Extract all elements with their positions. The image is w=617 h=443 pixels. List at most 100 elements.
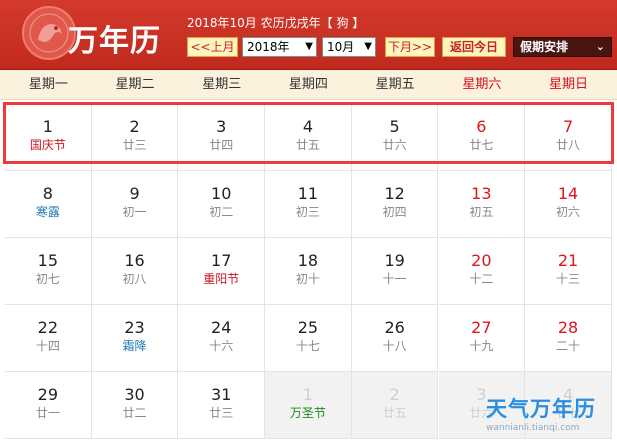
calendar-day-cell[interactable]: 25 十七 (265, 305, 352, 372)
lunar-date: 十一 (382, 272, 407, 286)
calendar-day-cell[interactable]: 16 初八 (91, 238, 179, 305)
lunar-date: 十三 (556, 272, 581, 286)
calendar-day-cell[interactable]: 30 廿二 (91, 372, 179, 439)
chevron-down-icon: ⌄ (595, 40, 605, 53)
calendar-day-cell[interactable]: 29 廿一 (5, 372, 92, 439)
calendar-day-cell[interactable]: 13 初五 (438, 171, 526, 238)
calendar-day-cell[interactable]: 19 十一 (351, 238, 439, 305)
calendar-day-cell[interactable]: 17 重阳节 (178, 238, 266, 305)
lunar-date: 廿四 (209, 138, 234, 152)
lunar-date: 初一 (122, 205, 147, 219)
app-title: 万年历 (68, 24, 161, 59)
weekday-label: 星期二 (115, 77, 155, 92)
dropdown-arrow-icon: ▼ (305, 41, 313, 52)
lunar-date: 初六 (556, 205, 581, 219)
day-number: 18 (297, 251, 319, 270)
year-select[interactable]: 2018年 ▼ (242, 37, 317, 57)
calendar-day-cell[interactable]: 2 廿三 (91, 104, 179, 171)
day-number: 1 (42, 117, 53, 136)
day-number: 30 (124, 385, 145, 404)
prev-month-label: <<上月 (190, 40, 235, 54)
lunar-date: 廿三 (209, 406, 234, 420)
lunar-date: 廿二 (122, 406, 147, 420)
calendar-day-cell[interactable]: 5 廿六 (351, 104, 439, 171)
weekday-label: 星期日 (549, 77, 589, 92)
calendar-day-cell[interactable]: 2 廿五 (351, 372, 439, 439)
lunar-date: 初三 (295, 205, 320, 219)
day-number: 26 (384, 318, 405, 337)
calendar-day-cell[interactable]: 8 寒露 (5, 171, 92, 238)
lunar-date: 十六 (209, 339, 234, 353)
year-select-value: 2018年 (247, 40, 290, 54)
prev-month-button[interactable]: <<上月 (187, 37, 238, 57)
calendar-day-cell[interactable]: 15 初七 (5, 238, 92, 305)
calendar-day-cell[interactable]: 27 十九 (438, 305, 526, 372)
day-number: 25 (297, 318, 319, 337)
calendar-day-cell[interactable]: 6 廿七 (438, 104, 526, 171)
day-number: 29 (37, 385, 59, 404)
calendar-day-cell[interactable]: 20 十二 (438, 238, 526, 305)
day-number: 2 (129, 117, 140, 136)
festival-label: 万圣节 (289, 406, 326, 420)
lunar-date: 二十 (556, 339, 581, 353)
day-number: 20 (471, 251, 492, 270)
watermark: 天气万年历 wannianli.tianqi.com (486, 396, 614, 438)
calendar-day-cell[interactable]: 3 廿四 (178, 104, 266, 171)
month-select[interactable]: 10月 ▼ (322, 37, 376, 57)
lunar-date: 廿三 (122, 138, 147, 152)
day-number: 12 (384, 184, 405, 203)
weekday-label: 星期一 (28, 77, 68, 92)
day-number: 16 (124, 251, 145, 270)
day-number: 19 (384, 251, 405, 270)
day-number: 10 (211, 184, 232, 203)
day-number: 27 (471, 318, 492, 337)
calendar-grid: 1 国庆节 2 廿三 3 廿四 4 廿五 5 廿六 6 廿七 7 廿八 8 寒露 9 初一 10 初二 11 初三 12 初四… (5, 104, 612, 439)
calendar-day-cell[interactable]: 11 初三 (265, 171, 352, 238)
calendar-day-cell[interactable]: 7 廿八 (525, 104, 612, 171)
calendar-day-cell[interactable]: 18 初十 (265, 238, 352, 305)
calendar-day-cell[interactable]: 14 初六 (525, 171, 612, 238)
weekday-label: 星期三 (202, 77, 242, 92)
next-month-button[interactable]: 下月>> (385, 37, 435, 57)
return-today-label: 返回今日 (449, 40, 498, 54)
day-number: 23 (124, 318, 145, 337)
festival-label: 寒露 (35, 205, 60, 219)
lunar-date: 初七 (35, 272, 60, 286)
calendar-day-cell[interactable]: 12 初四 (351, 171, 439, 238)
app-logo: 万年历 (20, 4, 170, 66)
lunar-date: 初十 (295, 272, 320, 286)
lunar-year-info: 2018年10月 农历戊戌年【 狗 】 (187, 16, 365, 30)
calendar-day-cell[interactable]: 24 十六 (178, 305, 266, 372)
day-number: 14 (557, 184, 579, 203)
calendar-day-cell[interactable]: 1 万圣节 (265, 372, 352, 439)
calendar-day-cell[interactable]: 26 十八 (351, 305, 439, 372)
day-number: 28 (557, 318, 579, 337)
calendar-day-cell[interactable]: 21 十三 (525, 238, 612, 305)
calendar-day-cell[interactable]: 9 初一 (91, 171, 179, 238)
lunar-date: 初二 (209, 205, 234, 219)
festival-label: 霜降 (122, 339, 147, 353)
calendar-day-cell[interactable]: 10 初二 (178, 171, 266, 238)
day-number: 24 (211, 318, 232, 337)
weekday-label: 星期四 (288, 77, 328, 92)
lunar-date: 十二 (469, 272, 494, 286)
day-number: 1 (302, 385, 314, 404)
next-month-label: 下月>> (387, 40, 433, 54)
day-number: 2 (389, 385, 400, 404)
calendar-day-cell[interactable]: 23 霜降 (91, 305, 179, 372)
lunar-date: 十八 (382, 339, 407, 353)
calendar-day-cell[interactable]: 1 国庆节 (5, 104, 92, 171)
holiday-schedule-label: 假期安排 (520, 40, 569, 54)
calendar-day-cell[interactable]: 28 二十 (525, 305, 612, 372)
lunar-date: 初四 (382, 205, 407, 219)
dropdown-arrow-icon: ▼ (364, 41, 372, 52)
calendar-day-cell[interactable]: 31 廿三 (178, 372, 266, 439)
calendar-day-cell[interactable]: 22 十四 (5, 305, 92, 372)
calendar-day-cell[interactable]: 4 廿五 (265, 104, 352, 171)
lunar-date: 廿七 (469, 138, 494, 152)
watermark-url: wannianli.tianqi.com (486, 423, 580, 433)
holiday-schedule-dropdown[interactable]: 假期安排 ⌄ (513, 37, 612, 57)
day-number: 31 (211, 385, 232, 404)
return-today-button[interactable]: 返回今日 (442, 37, 506, 57)
weekday-label: 星期五 (375, 77, 415, 92)
